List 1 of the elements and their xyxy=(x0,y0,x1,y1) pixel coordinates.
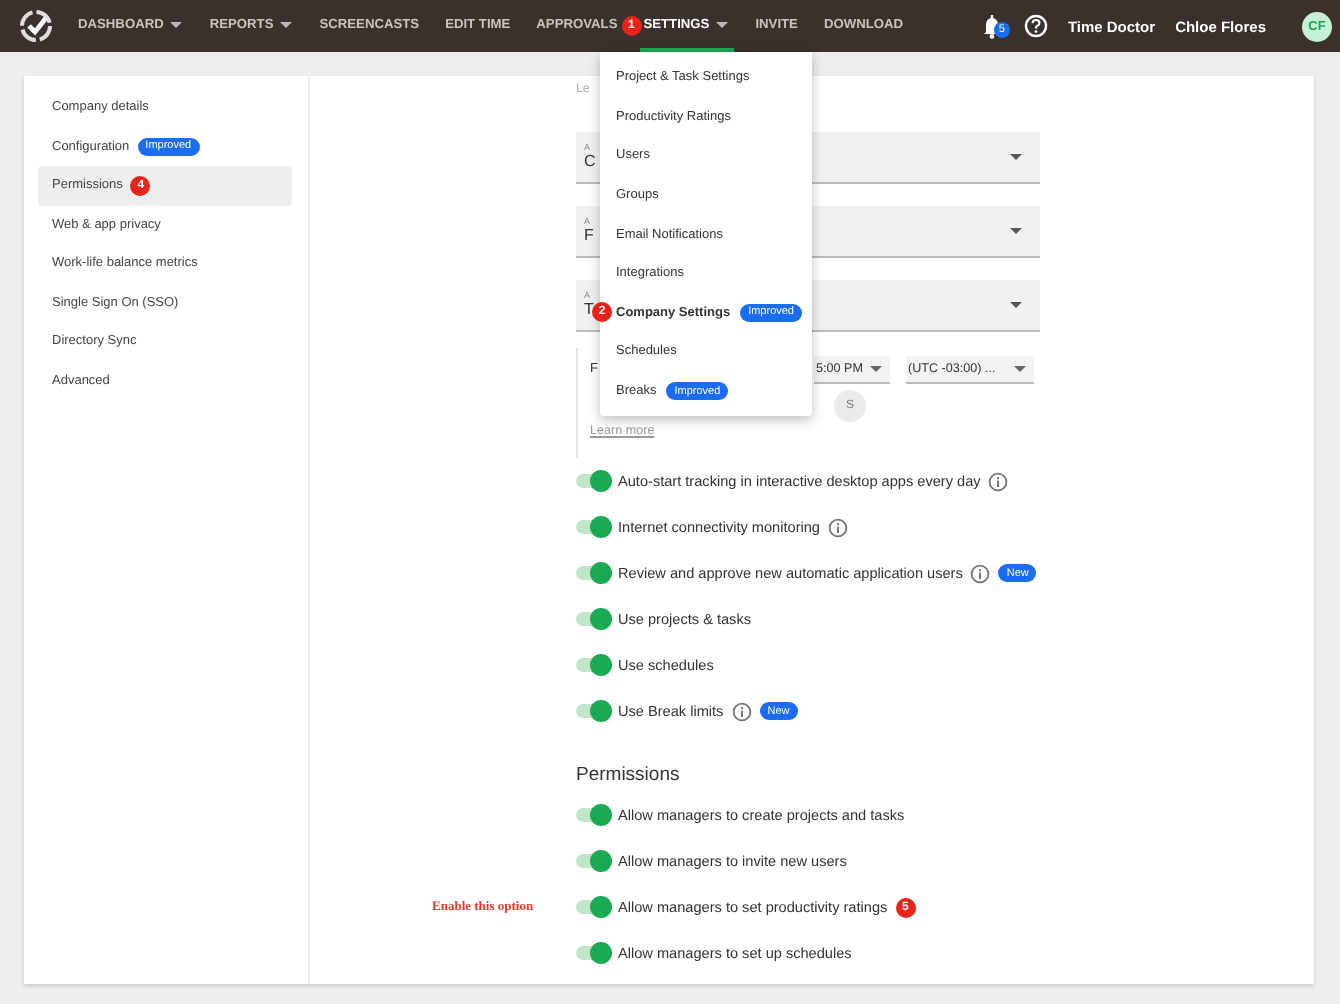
section-heading: Permissions xyxy=(576,762,682,790)
